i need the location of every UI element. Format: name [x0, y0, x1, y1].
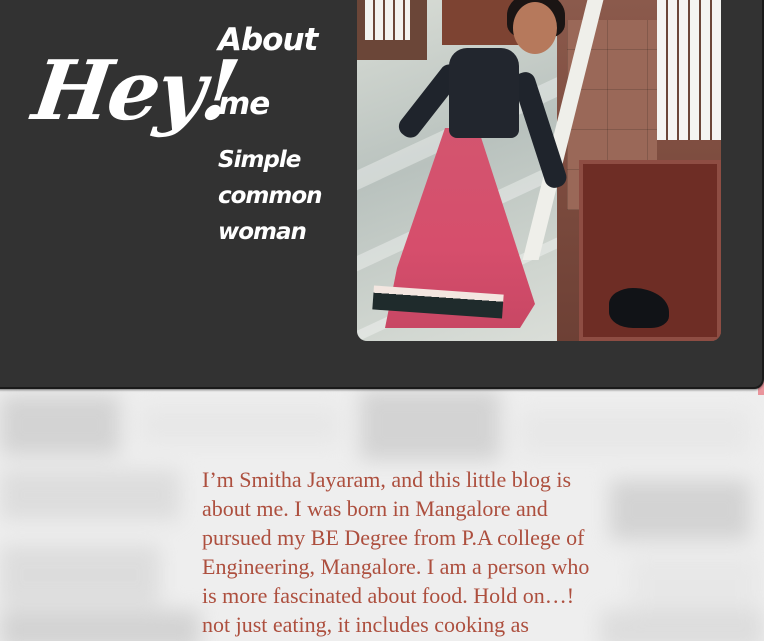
page-title: About me: [218, 22, 318, 122]
greeting-heading: Hey!: [27, 43, 243, 139]
intro-paragraph: I’m Smitha Jayaram, and this little blog…: [202, 467, 590, 637]
tagline: Simple common woman: [218, 147, 323, 245]
profile-photo: [357, 0, 721, 341]
